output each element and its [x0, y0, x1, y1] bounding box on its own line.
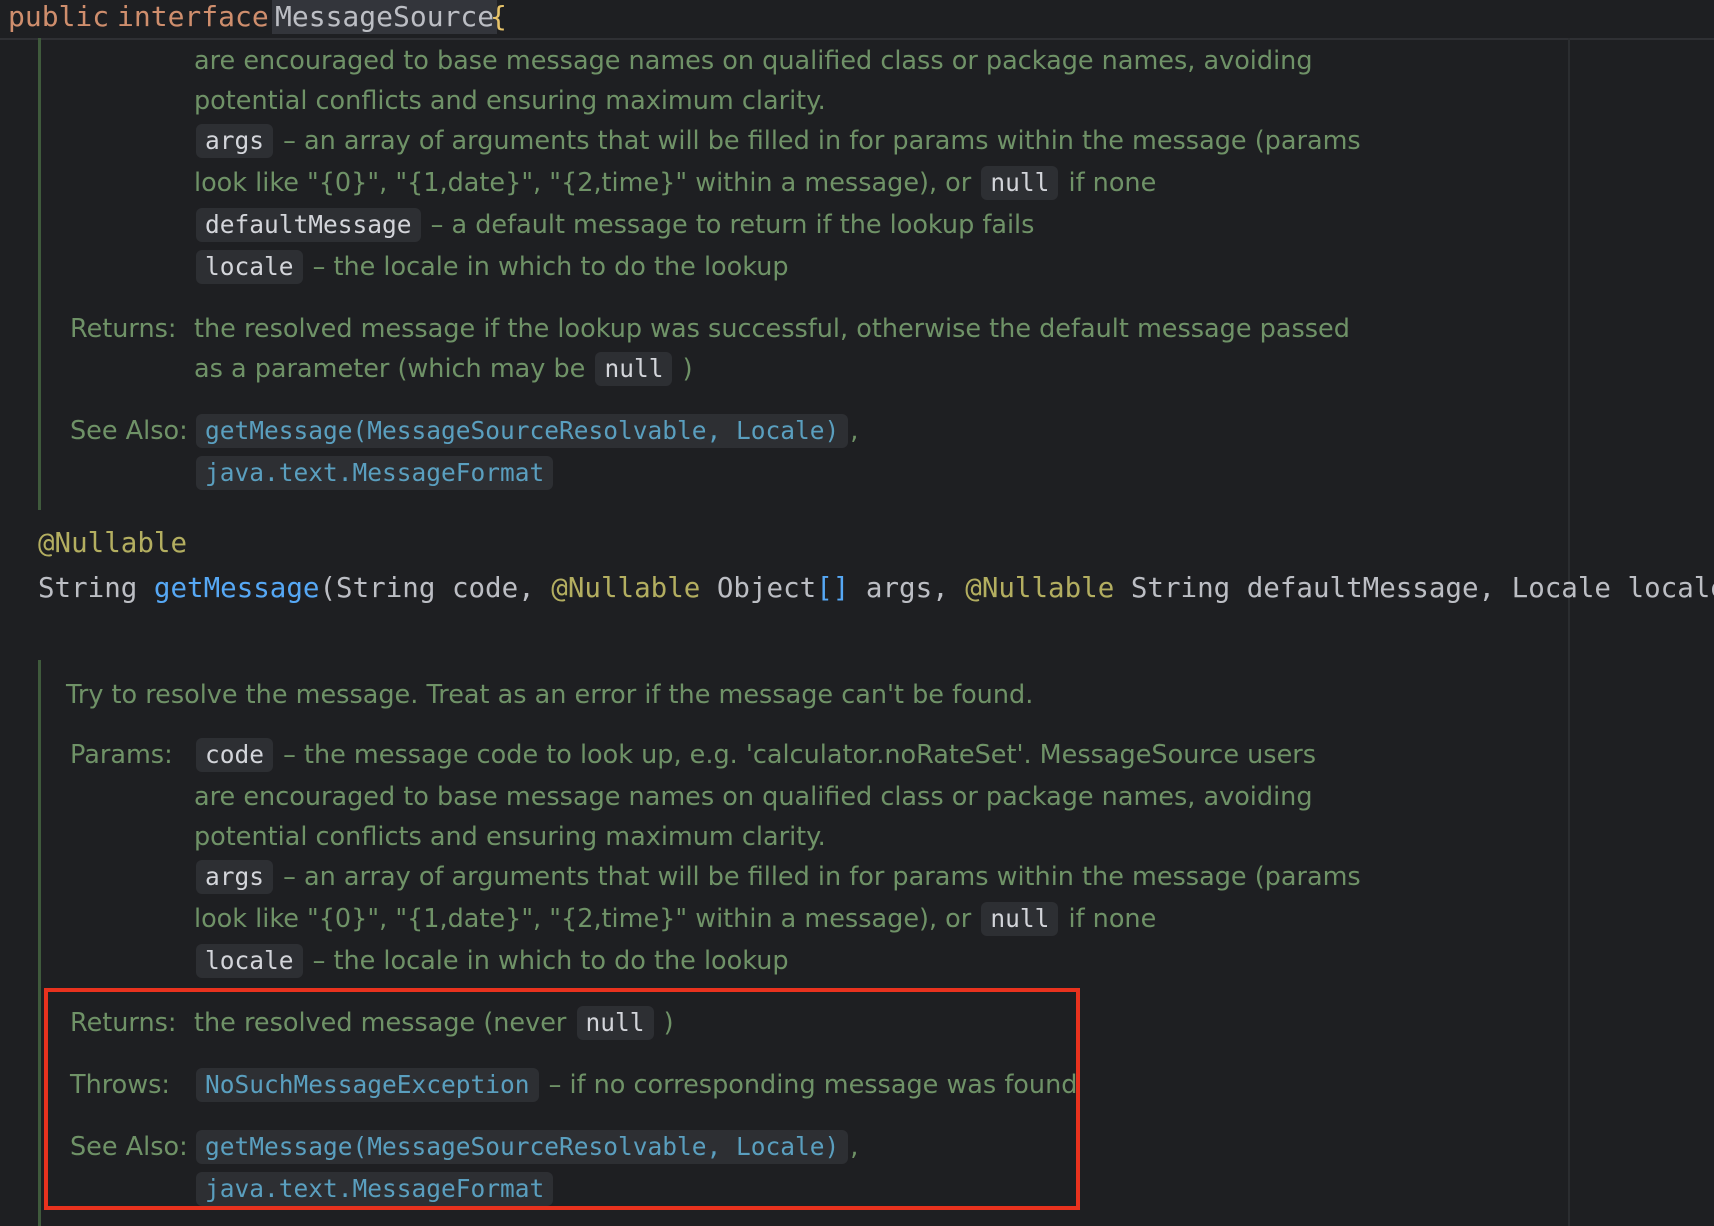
returns-label: Returns: — [70, 314, 177, 344]
param-2-type: Object — [716, 572, 817, 604]
array-brackets: [] — [816, 572, 850, 604]
doc2-summary: Try to resolve the message. Treat as an … — [66, 680, 1034, 710]
null-literal: null — [595, 352, 673, 386]
null-literal: null — [981, 902, 1059, 936]
doc1-see-row-1: getMessage(MessageSourceResolvable, Loca… — [194, 413, 858, 449]
method-name[interactable]: getMessage — [154, 572, 320, 604]
param-name-defaultMessage: defaultMessage — [196, 208, 421, 242]
return-type: String — [38, 572, 138, 604]
param-name-locale: locale — [196, 944, 303, 978]
param-desc: – an array of arguments that will be fil… — [283, 126, 1361, 156]
param-name-locale: locale — [196, 250, 303, 284]
doc1-returns-text-1: the resolved message if the lookup was s… — [194, 314, 1350, 344]
doc1-returns-row-2: as a parameter (which may be null ) — [194, 351, 693, 387]
param-2-name: args, — [865, 572, 949, 604]
params-label: Params: — [70, 740, 173, 770]
doc2-args-row-2: look like "{0}", "{1,date}", "{2,time}" … — [194, 901, 1156, 937]
param-desc: look like "{0}", "{1,date}", "{2,time}" … — [194, 904, 972, 934]
param-desc: – a default message to return if the loo… — [430, 210, 1035, 240]
open-paren: ( — [319, 572, 337, 604]
param-desc: – the locale in which to do the lookup — [312, 946, 789, 976]
null-literal: null — [981, 166, 1059, 200]
doc1-params-cont-1: are encouraged to base message names on … — [194, 46, 1313, 76]
param-name-args: args — [196, 860, 274, 894]
see-also-link-getmessage[interactable]: getMessage(MessageSourceResolvable, Loca… — [196, 414, 849, 448]
class-name[interactable]: MessageSource — [272, 0, 498, 34]
open-brace: { — [490, 0, 507, 33]
param-desc: look like "{0}", "{1,date}", "{2,time}" … — [194, 168, 972, 198]
keyword-public: public — [8, 0, 110, 33]
returns-desc: ) — [682, 354, 693, 384]
doc2-args-row: args – an array of arguments that will b… — [194, 859, 1361, 895]
param-desc: – the locale in which to do the lookup — [312, 252, 789, 282]
param-name-args: args — [196, 124, 274, 158]
keyword-interface: interface — [117, 0, 269, 33]
doc1-see-row-2: java.text.MessageFormat — [194, 455, 555, 491]
right-margin-guide — [1568, 38, 1570, 1226]
doc1-params-cont-2: potential conflicts and ensuring maximum… — [194, 86, 826, 116]
see-also-label: See Also: — [70, 416, 188, 446]
param-desc: – the message code to look up, e.g. 'cal… — [283, 740, 1317, 770]
comma: , — [850, 416, 859, 446]
doc1-default-row: defaultMessage – a default message to re… — [194, 207, 1034, 243]
param-desc: – an array of arguments that will be fil… — [283, 862, 1361, 892]
doc2-params-cont-1: are encouraged to base message names on … — [194, 782, 1313, 812]
doc-block-rule-2 — [38, 660, 41, 1226]
param-name-code: code — [196, 738, 274, 772]
param-desc: if none — [1068, 904, 1157, 934]
doc-block-rule-1 — [38, 38, 41, 510]
class-declaration-header: public interface MessageSource { — [0, 0, 1714, 40]
doc1-args-row: args – an array of arguments that will b… — [194, 123, 1361, 159]
see-also-link-messageformat[interactable]: java.text.MessageFormat — [196, 456, 554, 490]
param-3-4: String defaultMessage, Locale locale — [1130, 572, 1714, 604]
highlight-annotation-box — [44, 988, 1080, 1210]
returns-desc: as a parameter (which may be — [194, 354, 586, 384]
doc1-locale-row: locale – the locale in which to do the l… — [194, 249, 789, 285]
annotation-nullable[interactable]: @Nullable — [38, 523, 187, 563]
param-desc: if none — [1068, 168, 1157, 198]
annotation-nullable-param: @Nullable — [551, 572, 701, 604]
method-signature[interactable]: String getMessage(String code, @Nullable… — [38, 568, 1714, 608]
doc1-args-row-2: look like "{0}", "{1,date}", "{2,time}" … — [194, 165, 1156, 201]
annotation-nullable-param: @Nullable — [965, 572, 1115, 604]
param-1: String code, — [336, 572, 535, 604]
doc2-code-row: code – the message code to look up, e.g.… — [194, 737, 1316, 773]
doc2-locale-row: locale – the locale in which to do the l… — [194, 943, 789, 979]
doc2-params-cont-2: potential conflicts and ensuring maximum… — [194, 822, 826, 852]
